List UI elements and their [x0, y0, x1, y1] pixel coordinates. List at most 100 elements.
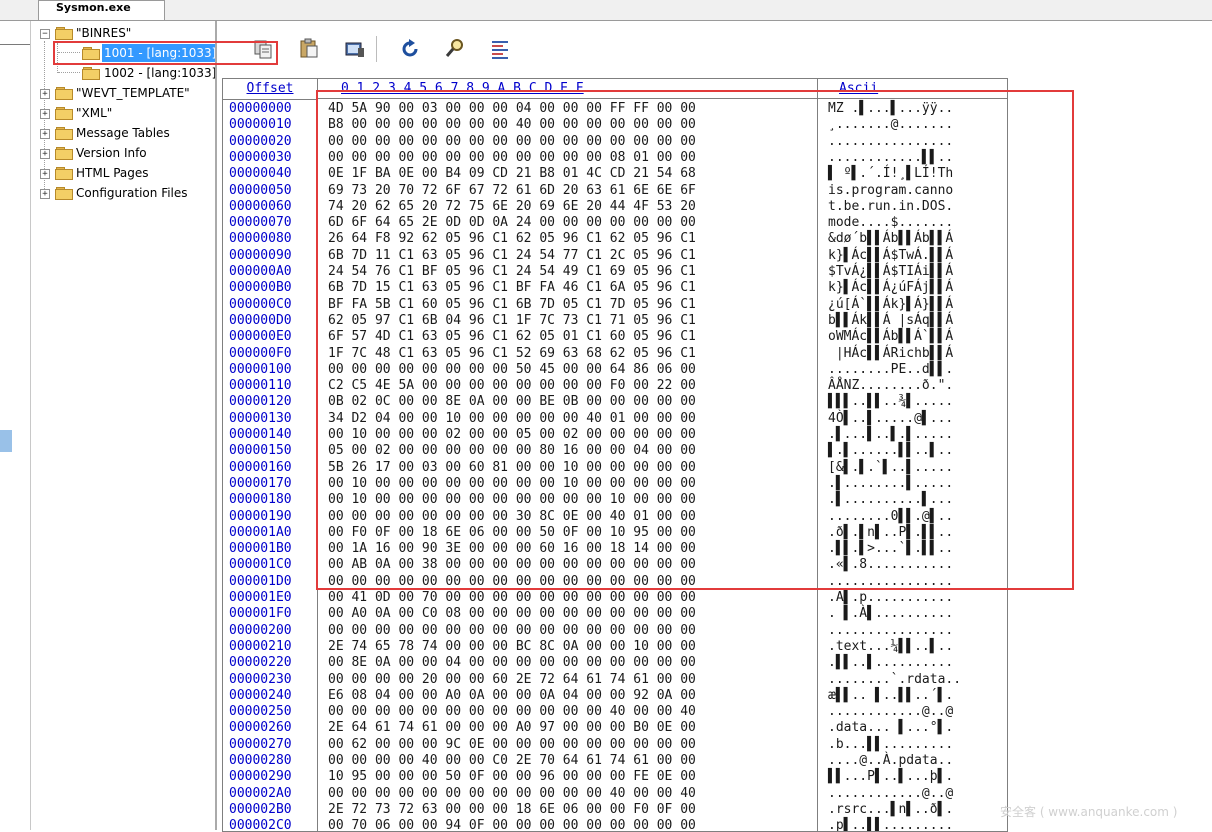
hex-row[interactable]: 00000230 00 00 00 00 20 00 00 60 2E 72 64…: [223, 672, 1007, 688]
export-icon[interactable]: [344, 38, 366, 60]
tab-title: Sysmon.exe: [56, 1, 131, 14]
row-offset: 00000140: [229, 427, 292, 442]
hex-row[interactable]: 00000290 10 95 00 00 00 50 0F 00 00 96 00…: [223, 769, 1007, 785]
background-window-divider: [0, 44, 30, 45]
row-bytes: 00 00 00 00 00 00 00 00 00 00 00 00 40 0…: [328, 704, 696, 720]
row-ascii: ............@..@: [828, 785, 954, 801]
folder-icon: [55, 127, 73, 140]
row-offset: 00000260: [229, 720, 292, 736]
row-ascii: ▌▌...P▌..▌...þ▌.: [828, 769, 954, 785]
row-ascii: .b...▌▌.........: [828, 736, 954, 752]
row-offset: 000001F0: [229, 606, 292, 622]
tree-item-label: HTML Pages: [76, 166, 149, 180]
highlight-box-tree-selection: [53, 41, 278, 65]
hex-row[interactable]: 000001E0 00 41 0D 00 70 00 00 00 00 00 00…: [223, 590, 1007, 606]
tree-item-wevt-template[interactable]: + "WEVT_TEMPLATE": [40, 84, 215, 102]
hex-row[interactable]: 00000280 00 00 00 00 40 00 00 C0 2E 70 64…: [223, 753, 1007, 769]
collapse-icon[interactable]: −: [40, 29, 50, 39]
row-offset: 00000180: [229, 492, 292, 508]
hex-row[interactable]: 00000220 00 8E 0A 00 00 04 00 00 00 00 00…: [223, 655, 1007, 671]
row-offset: 00000270: [229, 736, 292, 752]
row-offset: 000000A0: [229, 264, 292, 279]
hex-row[interactable]: 00000240 E6 08 04 00 00 A0 0A 00 00 0A 04…: [223, 688, 1007, 704]
row-ascii: .data... ▌...°▌.: [828, 720, 954, 736]
tree-item-label: Version Info: [76, 146, 147, 160]
row-offset: 00000230: [229, 671, 292, 687]
row-offset: 00000040: [229, 166, 292, 182]
row-offset: 000002A0: [229, 785, 292, 801]
tree-item-message-tables[interactable]: + Message Tables: [40, 124, 215, 142]
row-bytes: 2E 72 73 72 63 00 00 00 18 6E 06 00 00 F…: [328, 801, 696, 817]
hex-row[interactable]: 00000210 2E 74 65 78 74 00 00 00 BC 8C 0A…: [223, 639, 1007, 655]
expand-icon[interactable]: +: [40, 149, 50, 159]
background-window-selection: [0, 430, 12, 452]
tree-item-label: "XML": [76, 106, 113, 120]
folder-icon: [55, 87, 73, 100]
row-offset: 00000200: [229, 622, 292, 638]
tree-item-html-pages[interactable]: + HTML Pages: [40, 164, 215, 182]
row-ascii: ....@..À.pdata..: [828, 753, 954, 768]
background-window-edge: [0, 21, 31, 830]
row-offset: 000000C0: [229, 296, 292, 312]
row-offset: 000002B0: [229, 801, 292, 817]
tree-item-configuration-files[interactable]: + Configuration Files: [40, 184, 215, 202]
resource-tree[interactable]: − "BINRES" 1001 - [lang:1033] 1002 - [la…: [32, 21, 217, 830]
row-ascii: ............@..@: [828, 704, 954, 720]
row-offset: 000001D0: [229, 573, 292, 589]
expand-icon[interactable]: +: [40, 129, 50, 139]
row-bytes: 2E 64 61 74 61 00 00 00 A0 97 00 00 00 B…: [328, 720, 696, 736]
hex-row[interactable]: 00000270 00 62 00 00 00 9C 0E 00 00 00 00…: [223, 737, 1007, 753]
row-offset: 00000110: [229, 378, 292, 394]
hex-toolbar: [218, 22, 1212, 74]
expand-icon[interactable]: +: [40, 189, 50, 199]
row-offset: 00000280: [229, 753, 292, 768]
tree-item-label: Configuration Files: [76, 186, 188, 200]
tree-connector: [58, 72, 80, 73]
refresh-icon[interactable]: [399, 38, 421, 60]
row-offset: 000001B0: [229, 541, 292, 557]
row-offset: 000001C0: [229, 557, 292, 573]
row-offset: 00000050: [229, 182, 292, 198]
tree-item-binres[interactable]: − "BINRES": [40, 24, 215, 42]
expand-icon[interactable]: +: [40, 89, 50, 99]
row-offset: 00000130: [229, 410, 292, 426]
hex-row[interactable]: 000001F0 00 A0 0A 00 C0 08 00 00 00 00 00…: [223, 606, 1007, 622]
row-ascii: .▌▌..▌..........: [828, 655, 954, 671]
row-bytes: 2E 74 65 78 74 00 00 00 BC 8C 0A 00 00 1…: [328, 638, 696, 654]
row-bytes: 00 00 00 00 00 00 00 00 00 00 00 00 40 0…: [328, 785, 696, 801]
row-offset: 00000250: [229, 704, 292, 720]
highlight-box-hex-dump: [316, 90, 1074, 590]
tree-item-label: Message Tables: [76, 126, 170, 140]
expand-icon[interactable]: +: [40, 109, 50, 119]
hex-row[interactable]: 000002B0 2E 72 73 72 63 00 00 00 18 6E 06…: [223, 802, 1007, 818]
row-bytes: 00 00 00 00 40 00 00 C0 2E 70 64 61 74 6…: [328, 753, 696, 768]
hex-row[interactable]: 00000250 00 00 00 00 00 00 00 00 00 00 00…: [223, 704, 1007, 720]
expand-icon[interactable]: +: [40, 169, 50, 179]
row-ascii: .A▌.p...........: [828, 590, 954, 605]
tree-item-version-info[interactable]: + Version Info: [40, 144, 215, 162]
folder-icon: [55, 27, 73, 40]
folder-icon: [55, 167, 73, 180]
hex-row[interactable]: 00000260 2E 64 61 74 61 00 00 00 A0 97 00…: [223, 720, 1007, 736]
paste-icon[interactable]: [298, 37, 320, 59]
row-offset: 00000030: [229, 149, 292, 165]
folder-icon: [55, 187, 73, 200]
row-bytes: 00 41 0D 00 70 00 00 00 00 00 00 00 00 0…: [328, 590, 696, 605]
row-offset: 000000D0: [229, 312, 292, 328]
tree-item-1002[interactable]: 1002 - [lang:1033]: [80, 64, 215, 82]
hex-row[interactable]: 000002A0 00 00 00 00 00 00 00 00 00 00 00…: [223, 786, 1007, 802]
row-bytes: 00 8E 0A 00 00 04 00 00 00 00 00 00 00 0…: [328, 655, 696, 671]
properties-icon[interactable]: [489, 38, 511, 60]
row-offset: 000000E0: [229, 329, 292, 345]
find-icon[interactable]: [444, 37, 466, 59]
row-bytes: E6 08 04 00 00 A0 0A 00 00 0A 04 00 00 9…: [328, 687, 696, 703]
row-offset: 00000220: [229, 655, 292, 671]
row-offset: 00000100: [229, 361, 292, 377]
row-offset: 00000010: [229, 117, 292, 133]
row-offset: 00000210: [229, 638, 292, 654]
hex-row[interactable]: 00000200 00 00 00 00 00 00 00 00 00 00 00…: [223, 623, 1007, 639]
row-offset: 00000240: [229, 687, 292, 703]
row-bytes: 00 00 00 00 20 00 00 60 2E 72 64 61 74 6…: [328, 671, 696, 687]
watermark: 安全客 ( www.anquanke.com ): [1000, 805, 1178, 819]
tree-item-xml[interactable]: + "XML": [40, 104, 215, 122]
